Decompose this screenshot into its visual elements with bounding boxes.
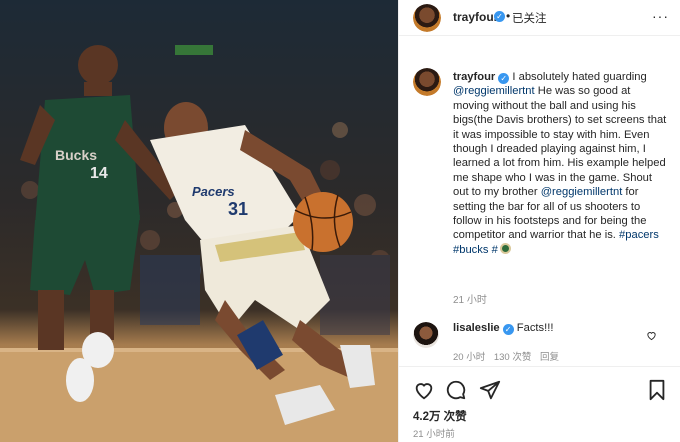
post-caption: trayfour ✓ I absolutely hated guarding @r… [453, 70, 667, 257]
share-icon[interactable] [479, 379, 501, 401]
author-username[interactable]: trayfour [453, 10, 498, 24]
likes-count[interactable]: 4.2万 次赞 [413, 408, 467, 424]
more-options-icon[interactable]: ··· [652, 8, 669, 24]
follow-status-button[interactable]: 已关注 [512, 10, 547, 26]
heart-icon[interactable] [413, 379, 435, 401]
post-header: trayfour ✓ • 已关注 ··· [399, 0, 680, 36]
comment-reply-button[interactable]: 回复 [540, 352, 559, 363]
hashtag-link[interactable]: # [492, 244, 498, 256]
post-timestamp: 21 小时前 [413, 429, 455, 440]
comment: lisaleslie ✓ Facts!!! [453, 322, 553, 335]
green-jersey-text: Bucks [55, 147, 97, 163]
comment-icon[interactable] [445, 379, 467, 401]
mention-link[interactable]: @reggiemillertnt [541, 186, 623, 198]
white-jersey-text: Pacers [192, 184, 235, 199]
bucks-emoji-icon [499, 242, 511, 254]
hashtag-link[interactable]: #bucks [453, 244, 488, 256]
post-actions: 4.2万 次赞 21 小时前 [399, 366, 680, 442]
verified-badge-icon: ✓ [494, 11, 505, 22]
bookmark-icon[interactable] [647, 379, 667, 401]
verified-badge-icon: ✓ [502, 324, 514, 335]
author-avatar[interactable] [413, 4, 441, 32]
basketball-photo: Bucks 14 Pacers 31 [0, 45, 398, 442]
comment-likes[interactable]: 130 次赞 [494, 352, 532, 363]
caption-text-1: I absolutely hated guarding [512, 71, 647, 83]
commenter-avatar[interactable] [413, 322, 439, 348]
post-details-pane: trayfour ✓ • 已关注 ··· trayfour ✓ I absolut… [398, 0, 680, 442]
caption-text-2: He was so good at moving without the bal… [453, 85, 667, 199]
basketball [293, 192, 353, 252]
caption-avatar[interactable] [413, 68, 441, 96]
commenter-username[interactable]: lisaleslie [453, 322, 500, 334]
post-photo[interactable]: Bucks 14 Pacers 31 [0, 0, 398, 442]
hashtag-link[interactable]: #pacers [619, 229, 659, 241]
white-jersey-number: 31 [228, 199, 248, 219]
comment-text: Facts!!! [516, 322, 554, 334]
comment-heart-icon[interactable] [646, 330, 657, 341]
mention-link[interactable]: @reggiemillertnt [453, 85, 535, 97]
green-jersey-number: 14 [90, 165, 108, 182]
verified-badge-icon: ✓ [498, 73, 510, 84]
comment-meta: 20 小时 130 次赞 回复 [453, 349, 565, 363]
comment-time: 20 小时 [453, 352, 486, 363]
separator-dot: • [506, 9, 511, 23]
caption-username[interactable]: trayfour [453, 71, 495, 83]
caption-time: 21 小时 [453, 295, 487, 306]
